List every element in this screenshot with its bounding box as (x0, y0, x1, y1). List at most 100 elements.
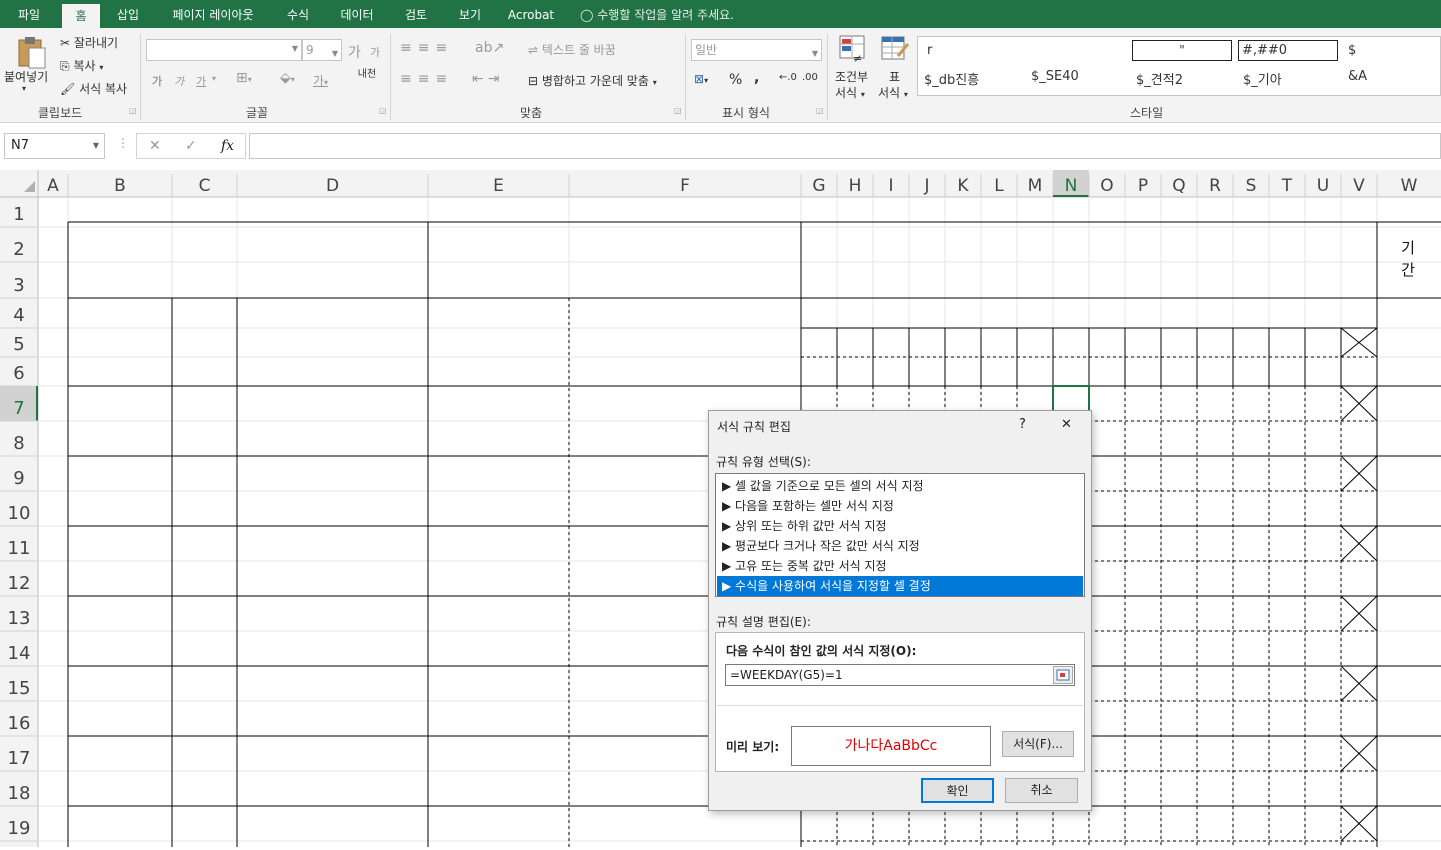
column-header[interactable]: Q (1172, 176, 1185, 196)
conditional-formatting-button[interactable]: ≠ (838, 34, 868, 65)
italic-button[interactable]: 가 (174, 73, 184, 89)
tab-acrobat[interactable]: Acrobat (502, 0, 560, 28)
row-header[interactable]: 12 (8, 573, 31, 594)
font-color-button[interactable]: 가▾ (313, 72, 328, 89)
column-header[interactable]: F (680, 176, 690, 196)
number-format-combo[interactable]: 일반 ▼ (691, 39, 822, 61)
cut-button[interactable]: ✂ 잘라내기 (60, 34, 118, 51)
row-header[interactable]: 19 (8, 818, 31, 839)
tell-me-box[interactable]: ◯ 수행할 작업을 알려 주세요. (580, 0, 760, 28)
vertical-align-buttons[interactable]: ≡≡≡ (400, 40, 453, 56)
cell-style-item[interactable]: &A (1348, 69, 1367, 84)
row-header[interactable]: 6 (13, 363, 24, 384)
enter-icon[interactable]: ✓ (185, 134, 197, 158)
tab-page-layout[interactable]: 페이지 레이아웃 (160, 0, 266, 28)
insert-function-icon[interactable]: fx (221, 134, 234, 158)
column-header[interactable]: K (957, 176, 969, 196)
list-item[interactable]: ▶ 상위 또는 하위 값만 서식 지정 (717, 516, 1081, 536)
grow-font-button[interactable]: 가 (348, 42, 361, 62)
row-header[interactable]: 7 (13, 398, 24, 419)
column-header[interactable]: A (47, 176, 59, 196)
column-header[interactable]: O (1100, 176, 1113, 196)
tab-view[interactable]: 보기 (448, 0, 492, 28)
column-header[interactable]: L (994, 176, 1004, 196)
percent-button[interactable]: % (729, 72, 742, 88)
row-header[interactable]: 18 (8, 783, 31, 804)
cell-style-item[interactable]: $_db진흥 (924, 69, 979, 88)
column-header[interactable]: R (1209, 176, 1221, 196)
paste-button[interactable] (14, 34, 48, 70)
row-header[interactable]: 8 (13, 433, 24, 454)
tab-file[interactable]: 파일 (6, 0, 52, 28)
format-as-table-button[interactable] (880, 34, 910, 64)
clipboard-launcher-icon[interactable]: ◲ (129, 106, 137, 115)
row-header[interactable]: 4 (13, 305, 24, 326)
column-header[interactable]: V (1353, 176, 1365, 196)
help-button[interactable]: ? (1019, 417, 1026, 432)
shrink-font-button[interactable]: 가 (370, 44, 380, 60)
font-name-combo[interactable]: ▼ (146, 39, 302, 61)
row-header[interactable]: 16 (8, 713, 31, 734)
formula-input[interactable] (249, 133, 1441, 159)
conditional-format-label-2[interactable]: 서식 ▾ (835, 84, 865, 101)
alignment-launcher-icon[interactable]: ◲ (674, 106, 682, 115)
cell-style-item[interactable]: $_견적2 (1136, 69, 1183, 88)
number-launcher-icon[interactable]: ◲ (816, 106, 824, 115)
list-item-selected[interactable]: ▶ 수식을 사용하여 서식을 지정할 셀 결정 (717, 576, 1083, 596)
column-header[interactable]: U (1317, 176, 1329, 196)
merge-center-button[interactable]: ⊟ 병합하고 가운데 맞춤 ▾ (528, 72, 657, 89)
format-table-label-1[interactable]: 표 (889, 68, 900, 85)
accounting-format-button[interactable]: ⊠▾ (694, 72, 708, 86)
font-launcher-icon[interactable]: ◲ (379, 106, 387, 115)
paste-dropdown-icon[interactable]: ▾ (22, 84, 26, 93)
row-header[interactable]: 15 (8, 678, 31, 699)
wrap-text-button[interactable]: ⇌ 텍스트 줄 바꿈 (528, 41, 616, 58)
row-header[interactable]: 2 (13, 239, 24, 260)
increase-decimal-button[interactable]: ←.0 (779, 72, 797, 83)
collapse-dialog-icon[interactable] (1053, 666, 1073, 684)
formula-field[interactable]: =WEEKDAY(G5)=1 (725, 664, 1075, 686)
cancel-button[interactable]: 취소 (1005, 778, 1078, 803)
column-header[interactable]: H (849, 176, 862, 196)
column-header[interactable]: M (1028, 176, 1043, 196)
column-header[interactable]: E (493, 176, 504, 196)
bold-button[interactable]: 가 (152, 73, 162, 89)
chevron-down-icon[interactable]: ▾ (212, 74, 216, 83)
column-header[interactable]: S (1246, 176, 1257, 196)
tab-review[interactable]: 검토 (394, 0, 438, 28)
cell-style-item[interactable]: " (1132, 40, 1232, 61)
row-header[interactable]: 11 (8, 538, 31, 559)
column-header[interactable]: J (923, 176, 929, 196)
list-item[interactable]: ▶ 평균보다 크거나 작은 값만 서식 지정 (717, 536, 1081, 556)
cell-style-item[interactable]: #,##0 (1238, 40, 1338, 61)
row-header[interactable]: 5 (13, 334, 24, 355)
phonetic-button[interactable]: 내천 (357, 70, 377, 80)
list-item[interactable]: ▶ 고유 또는 중복 값만 서식 지정 (717, 556, 1081, 576)
format-button[interactable]: 서식(F)... (1002, 731, 1074, 757)
comma-button[interactable]: , (754, 70, 759, 86)
tab-formulas[interactable]: 수식 (276, 0, 320, 28)
column-header[interactable]: B (114, 176, 126, 196)
column-header[interactable]: W (1401, 176, 1418, 196)
column-header[interactable]: C (199, 176, 211, 196)
list-item[interactable]: ▶ 다음을 포함하는 셀만 서식 지정 (717, 496, 1081, 516)
tab-insert[interactable]: 삽입 (106, 0, 150, 28)
row-header[interactable]: 3 (13, 275, 24, 296)
row-header[interactable]: 14 (8, 643, 31, 664)
cell-style-item[interactable]: r (927, 43, 932, 58)
row-header[interactable]: 1 (13, 204, 24, 225)
format-painter-button[interactable]: 🖌 서식 복사 (60, 80, 127, 97)
format-table-label-2[interactable]: 서식 ▾ (878, 84, 908, 101)
cell-style-item[interactable]: $ (1348, 43, 1356, 58)
border-button[interactable]: ⊞▾ (236, 70, 252, 86)
fill-color-button[interactable]: ⬙▾ (280, 70, 295, 86)
column-header[interactable]: G (812, 176, 825, 196)
underline-button[interactable]: 가 (196, 73, 206, 89)
list-item[interactable]: ▶ 셀 값을 기준으로 모든 셀의 서식 지정 (717, 476, 1081, 496)
column-header[interactable]: T (1281, 176, 1293, 196)
indent-buttons[interactable]: ⇤⇥ (472, 71, 503, 87)
cell-style-item[interactable]: $_기아 (1243, 69, 1282, 88)
rule-type-list[interactable]: ▶ 셀 값을 기준으로 모든 셀의 서식 지정 ▶ 다음을 포함하는 셀만 서식… (715, 473, 1085, 597)
column-header[interactable]: I (888, 176, 893, 196)
cancel-icon[interactable]: ✕ (149, 134, 161, 158)
